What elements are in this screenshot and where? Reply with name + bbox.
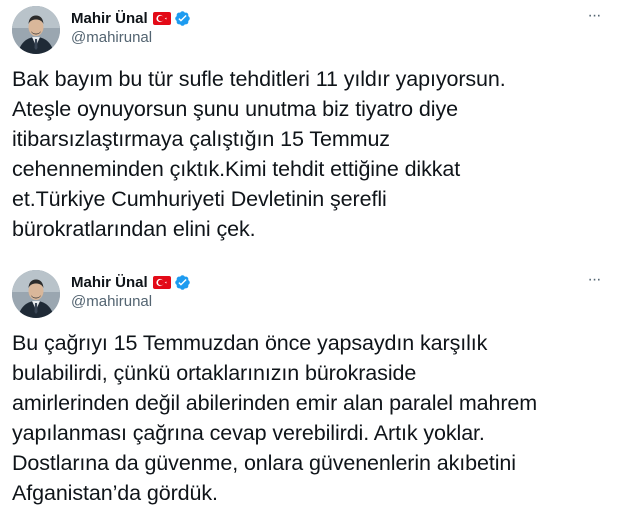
tweet-text-line: bürokratlarından elini çek. — [12, 217, 256, 241]
avatar[interactable] — [12, 270, 60, 318]
tweet-text-line: et.Türkiye Cumhuriyeti Devletinin şerefl… — [12, 187, 387, 211]
turkey-flag-icon — [152, 275, 171, 289]
author-handle[interactable]: @mahirunal — [71, 293, 152, 310]
tweet-text-line: bulabilirdi, çünkü ortaklarınızın bürokr… — [12, 361, 417, 385]
tweet-text-line: Afganistan’da gördük. — [12, 481, 218, 505]
verified-badge-icon — [174, 10, 191, 27]
tweet-text-line: Bu çağrıyı 15 Temmuzdan önce yapsaydın k… — [12, 331, 488, 355]
more-options-icon[interactable]: ··· — [583, 6, 605, 26]
tweet-card[interactable]: Mahir Ünal @mahirunal ··· Bak bayım bu t… — [0, 0, 619, 258]
tweet-card[interactable]: Mahir Ünal @mahirunal ··· Bu çağrıyı 15 … — [0, 258, 619, 517]
tweet-text-line: itibarsızlaştırmaya çalıştığın 15 Temmuz — [12, 127, 390, 151]
author-handle[interactable]: @mahirunal — [71, 29, 152, 46]
tweet-text-line: Bak bayım bu tür sufle tehditleri 11 yıl… — [12, 67, 506, 91]
tweet-text: Bak bayım bu tür sufle tehditleri 11 yıl… — [12, 64, 610, 244]
tweet-text-line: cehenneminden çıktık.Kimi tehdit ettiğin… — [12, 157, 461, 181]
tweet-text-line: Dostlarına da güvenme, onlara güvenenler… — [12, 451, 516, 475]
turkey-flag-icon — [152, 11, 171, 25]
tweet-text-line: amirlerinden değil abilerinden emir alan… — [12, 391, 538, 415]
author-name[interactable]: Mahir Ünal — [71, 10, 148, 27]
author-row: Mahir Ünal — [71, 7, 191, 29]
tweet-text-line: yapılanması çağrına cevap verebilirdi. A… — [12, 421, 485, 445]
tweet-text-line: Ateşle oynuyorsun şunu unutma biz tiyatr… — [12, 97, 458, 121]
avatar[interactable] — [12, 6, 60, 54]
more-options-icon[interactable]: ··· — [583, 270, 605, 290]
author-row: Mahir Ünal — [71, 271, 191, 293]
verified-badge-icon — [174, 274, 191, 291]
author-name[interactable]: Mahir Ünal — [71, 274, 148, 291]
tweet-text: Bu çağrıyı 15 Temmuzdan önce yapsaydın k… — [12, 328, 610, 508]
